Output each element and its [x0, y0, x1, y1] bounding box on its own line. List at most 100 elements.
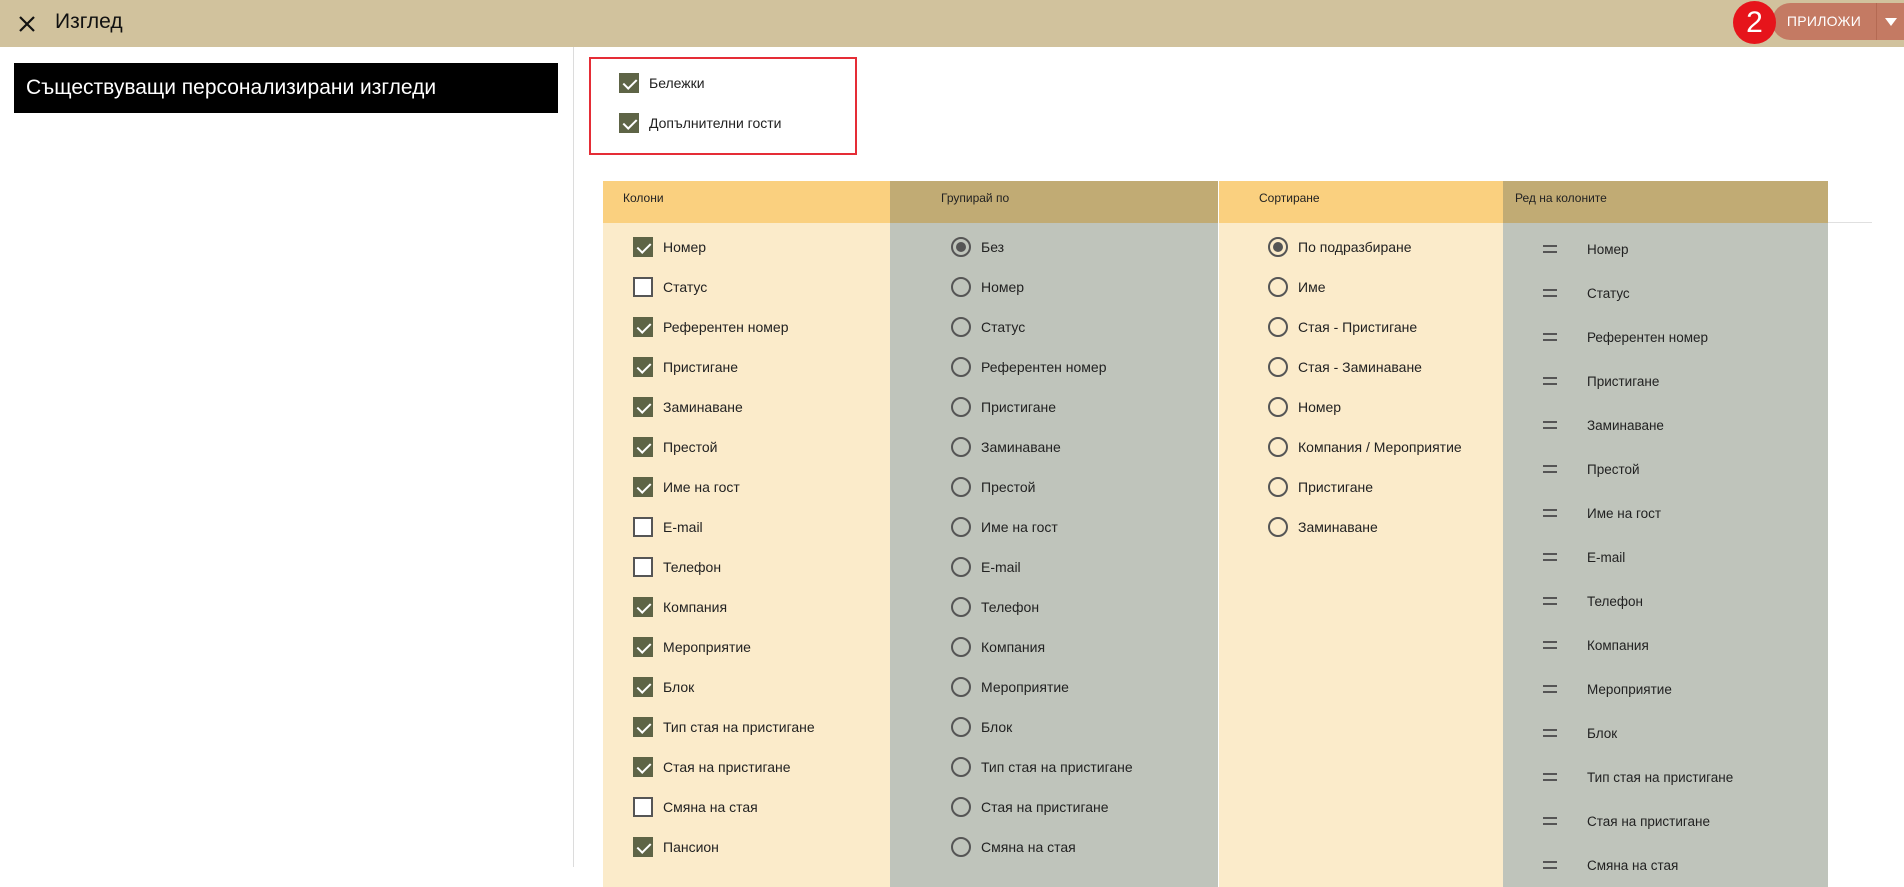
column-order-item[interactable]: Пристигане	[1503, 371, 1659, 391]
drag-handle-icon[interactable]	[1543, 773, 1557, 781]
radio-button[interactable]	[1268, 237, 1288, 257]
option-additional-guests[interactable]: Допълнителни гости	[619, 113, 781, 133]
radio-button[interactable]	[951, 237, 971, 257]
column-toggle-item[interactable]: Заминаване	[633, 397, 743, 417]
group-by-option[interactable]: Пристигане	[951, 397, 1056, 417]
close-button[interactable]	[12, 9, 42, 39]
column-toggle-item[interactable]: Телефон	[633, 557, 721, 577]
column-toggle-item[interactable]: Референтен номер	[633, 317, 789, 337]
drag-handle-icon[interactable]	[1543, 465, 1557, 473]
radio-button[interactable]	[1268, 437, 1288, 457]
sort-option[interactable]: Стая - Заминаване	[1268, 357, 1422, 377]
group-by-option[interactable]: Тип стая на пристигане	[951, 757, 1133, 777]
column-toggle-item[interactable]: E-mail	[633, 517, 703, 537]
radio-button[interactable]	[951, 357, 971, 377]
column-order-item[interactable]: Смяна на стая	[1503, 855, 1678, 875]
radio-button[interactable]	[951, 557, 971, 577]
group-by-option[interactable]: Статус	[951, 317, 1025, 337]
checkbox[interactable]	[619, 73, 639, 93]
group-by-option[interactable]: Заминаване	[951, 437, 1061, 457]
group-by-option[interactable]: Име на гост	[951, 517, 1058, 537]
radio-button[interactable]	[951, 277, 971, 297]
checkbox[interactable]	[633, 357, 653, 377]
column-order-item[interactable]: Компания	[1503, 635, 1649, 655]
radio-button[interactable]	[951, 797, 971, 817]
checkbox[interactable]	[633, 237, 653, 257]
column-order-item[interactable]: Номер	[1503, 239, 1629, 259]
column-toggle-item[interactable]: Статус	[633, 277, 707, 297]
radio-button[interactable]	[951, 637, 971, 657]
radio-button[interactable]	[951, 677, 971, 697]
checkbox[interactable]	[633, 757, 653, 777]
column-order-item[interactable]: Референтен номер	[1503, 327, 1708, 347]
radio-button[interactable]	[951, 397, 971, 417]
column-toggle-item[interactable]: Престой	[633, 437, 718, 457]
column-toggle-item[interactable]: Тип стая на пристигане	[633, 717, 815, 737]
column-order-item[interactable]: Стая на пристигане	[1503, 811, 1710, 831]
drag-handle-icon[interactable]	[1543, 377, 1557, 385]
checkbox[interactable]	[633, 517, 653, 537]
drag-handle-icon[interactable]	[1543, 289, 1557, 297]
checkbox[interactable]	[633, 277, 653, 297]
group-by-option[interactable]: Компания	[951, 637, 1045, 657]
checkbox[interactable]	[633, 677, 653, 697]
radio-button[interactable]	[1268, 357, 1288, 377]
drag-handle-icon[interactable]	[1543, 553, 1557, 561]
radio-button[interactable]	[1268, 477, 1288, 497]
radio-button[interactable]	[951, 477, 971, 497]
sort-option[interactable]: Пристигане	[1268, 477, 1373, 497]
column-toggle-item[interactable]: Стая на пристигане	[633, 757, 791, 777]
drag-handle-icon[interactable]	[1543, 861, 1557, 869]
checkbox[interactable]	[633, 437, 653, 457]
radio-button[interactable]	[951, 317, 971, 337]
group-by-option[interactable]: Престой	[951, 477, 1036, 497]
checkbox[interactable]	[633, 637, 653, 657]
column-order-item[interactable]: Статус	[1503, 283, 1630, 303]
column-order-item[interactable]: Престой	[1503, 459, 1640, 479]
checkbox[interactable]	[633, 837, 653, 857]
option-notes[interactable]: Бележки	[619, 73, 705, 93]
group-by-option[interactable]: Номер	[951, 277, 1024, 297]
column-toggle-item[interactable]: Пристигане	[633, 357, 738, 377]
radio-button[interactable]	[1268, 317, 1288, 337]
radio-button[interactable]	[951, 837, 971, 857]
column-toggle-item[interactable]: Име на гост	[633, 477, 740, 497]
sort-option[interactable]: Номер	[1268, 397, 1341, 417]
group-by-option[interactable]: Телефон	[951, 597, 1039, 617]
checkbox[interactable]	[619, 113, 639, 133]
drag-handle-icon[interactable]	[1543, 641, 1557, 649]
apply-button[interactable]: ПРИЛОЖИ	[1772, 3, 1876, 40]
checkbox[interactable]	[633, 477, 653, 497]
group-by-option[interactable]: Стая на пристигане	[951, 797, 1109, 817]
group-by-option[interactable]: Смяна на стая	[951, 837, 1076, 857]
drag-handle-icon[interactable]	[1543, 685, 1557, 693]
column-toggle-item[interactable]: Смяна на стая	[633, 797, 758, 817]
group-by-option[interactable]: Референтен номер	[951, 357, 1107, 377]
column-order-item[interactable]: Заминаване	[1503, 415, 1664, 435]
radio-button[interactable]	[1268, 277, 1288, 297]
group-by-option[interactable]: Без	[951, 237, 1004, 257]
column-order-item[interactable]: Мероприятие	[1503, 679, 1672, 699]
existing-views-header[interactable]: Съществуващи персонализирани изгледи	[14, 63, 558, 113]
checkbox[interactable]	[633, 317, 653, 337]
checkbox[interactable]	[633, 397, 653, 417]
drag-handle-icon[interactable]	[1543, 509, 1557, 517]
radio-button[interactable]	[951, 517, 971, 537]
column-toggle-item[interactable]: Мероприятие	[633, 637, 751, 657]
group-by-option[interactable]: Мероприятие	[951, 677, 1069, 697]
drag-handle-icon[interactable]	[1543, 729, 1557, 737]
sort-option[interactable]: Заминаване	[1268, 517, 1378, 537]
checkbox[interactable]	[633, 557, 653, 577]
drag-handle-icon[interactable]	[1543, 245, 1557, 253]
column-toggle-item[interactable]: Пансион	[633, 837, 719, 857]
drag-handle-icon[interactable]	[1543, 817, 1557, 825]
radio-button[interactable]	[1268, 517, 1288, 537]
sort-option[interactable]: Компания / Мероприятие	[1268, 437, 1462, 457]
apply-dropdown-button[interactable]	[1876, 3, 1904, 40]
group-by-option[interactable]: Блок	[951, 717, 1012, 737]
column-order-item[interactable]: Тип стая на пристигане	[1503, 767, 1733, 787]
column-order-item[interactable]: Телефон	[1503, 591, 1643, 611]
radio-button[interactable]	[1268, 397, 1288, 417]
drag-handle-icon[interactable]	[1543, 597, 1557, 605]
checkbox[interactable]	[633, 797, 653, 817]
